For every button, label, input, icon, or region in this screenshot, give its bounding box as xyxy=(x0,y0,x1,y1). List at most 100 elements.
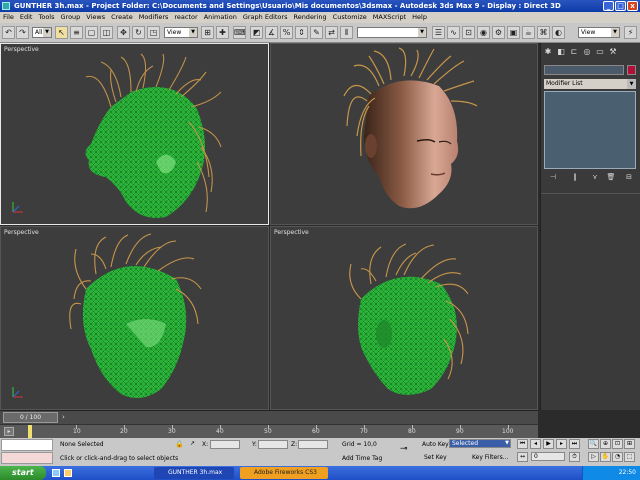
viewport-perspective-top-left[interactable]: Perspective xyxy=(0,43,269,225)
maxscript-listener-output[interactable] xyxy=(1,452,53,464)
select-object-icon[interactable]: ↖ xyxy=(55,26,68,39)
zoom-extents-all-icon[interactable]: ⊞ xyxy=(624,439,635,449)
orbit-icon[interactable]: ◔ xyxy=(612,452,623,462)
menu-group[interactable]: Group xyxy=(58,12,84,23)
edit-named-selections-icon[interactable]: ✎ xyxy=(310,26,323,39)
create-tab-icon[interactable]: ✱ xyxy=(543,47,553,57)
quicklaunch-icon[interactable] xyxy=(64,469,72,477)
menu-maxscript[interactable]: MAXScript xyxy=(370,12,409,23)
key-icon[interactable]: ⊸ xyxy=(400,444,408,454)
select-by-name-icon[interactable]: ≡ xyxy=(70,26,83,39)
menu-graph-editors[interactable]: Graph Editors xyxy=(240,12,291,23)
pin-stack-icon[interactable]: ⊣ xyxy=(548,173,558,183)
select-manipulate-icon[interactable]: ✚ xyxy=(216,26,229,39)
track-bar[interactable]: ▸ 10 20 30 40 50 60 70 80 90 100 xyxy=(0,424,538,439)
current-frame-field[interactable]: 0 xyxy=(531,452,565,461)
menu-customize[interactable]: Customize xyxy=(330,12,370,23)
menu-file[interactable]: File xyxy=(0,12,17,23)
menu-edit[interactable]: Edit xyxy=(17,12,36,23)
maximize-viewport-icon[interactable]: ⬚ xyxy=(624,452,635,462)
add-time-tag[interactable]: Add Time Tag xyxy=(342,455,382,462)
viewport-label[interactable]: Perspective xyxy=(274,229,309,236)
material-editor-icon[interactable]: ◉ xyxy=(477,26,490,39)
select-rotate-icon[interactable]: ↻ xyxy=(132,26,145,39)
utilities-tab-icon[interactable]: ⚒ xyxy=(608,47,618,57)
window-crossing-icon[interactable]: ◫ xyxy=(100,26,113,39)
quick-render-icon[interactable]: ☕ xyxy=(522,26,535,39)
close-button[interactable]: x xyxy=(627,1,638,11)
object-color-swatch[interactable] xyxy=(627,65,636,75)
activeshade-icon[interactable]: ◐ xyxy=(552,26,565,39)
time-slider[interactable]: 0 / 100 › xyxy=(0,410,538,424)
set-key-button[interactable]: Set Key xyxy=(424,454,447,461)
named-selection-dropdown[interactable]: ▼ xyxy=(357,27,427,38)
absolute-mode-icon[interactable]: ↗ xyxy=(190,440,195,447)
zoom-icon[interactable]: 🔍 xyxy=(588,439,599,449)
menu-views[interactable]: Views xyxy=(83,12,108,23)
viewport-label[interactable]: Perspective xyxy=(4,46,39,53)
viewport-perspective-top-right[interactable] xyxy=(270,43,538,225)
field-of-view-icon[interactable]: ▷ xyxy=(588,452,599,462)
play-icon[interactable]: ▶ xyxy=(543,439,554,449)
select-move-icon[interactable]: ✥ xyxy=(117,26,130,39)
selection-filter-dropdown[interactable]: All ▼ xyxy=(32,27,52,38)
task-button-3dsmax[interactable]: GUNTHER 3h.max xyxy=(154,467,234,479)
render-production-icon[interactable]: ⌘ xyxy=(537,26,550,39)
z-coord-field[interactable] xyxy=(298,440,328,449)
menu-modifiers[interactable]: Modifiers xyxy=(136,12,172,23)
key-mode-dropdown[interactable]: Selected ▼ xyxy=(449,439,511,448)
task-button-fireworks[interactable]: Adobe Fireworks CS3 xyxy=(240,467,328,479)
make-unique-icon[interactable]: ⋎ xyxy=(590,173,600,183)
pivot-center-icon[interactable]: ⊞ xyxy=(201,26,214,39)
configure-sets-icon[interactable]: ⊟ xyxy=(624,173,634,183)
open-mini-curve-editor-icon[interactable]: ▸ xyxy=(4,427,14,436)
render-setup-icon[interactable]: ⚙ xyxy=(492,26,505,39)
render-last-icon[interactable]: ⚡ xyxy=(624,26,637,39)
go-to-start-icon[interactable]: ⏮ xyxy=(517,439,528,449)
motion-tab-icon[interactable]: ◎ xyxy=(582,47,592,57)
start-button[interactable]: start xyxy=(0,466,46,480)
auto-key-button[interactable]: Auto Key xyxy=(422,441,449,448)
pan-icon[interactable]: ✋ xyxy=(600,452,611,462)
zoom-all-icon[interactable]: ⊕ xyxy=(600,439,611,449)
redo-icon[interactable]: ↷ xyxy=(16,26,29,39)
go-to-end-icon[interactable]: ⏭ xyxy=(569,439,580,449)
modifier-stack[interactable] xyxy=(544,91,636,169)
viewport-perspective-bottom-right[interactable]: Perspective xyxy=(270,226,538,410)
time-slider-knob[interactable]: 0 / 100 xyxy=(3,412,58,423)
viewport-label[interactable]: Perspective xyxy=(4,229,39,236)
viewport-perspective-bottom-left[interactable]: Perspective xyxy=(0,226,269,410)
spinner-snap-icon[interactable]: ⇕ xyxy=(295,26,308,39)
lock-selection-icon[interactable]: 🔒 xyxy=(175,440,184,448)
x-coord-field[interactable] xyxy=(210,440,240,449)
quicklaunch-icon[interactable] xyxy=(52,469,60,477)
menu-help[interactable]: Help xyxy=(409,12,430,23)
next-frame-button-icon[interactable]: ▸ xyxy=(556,439,567,449)
modify-tab-icon[interactable]: ◧ xyxy=(556,47,566,57)
undo-icon[interactable]: ↶ xyxy=(2,26,15,39)
time-config-icon[interactable]: ⏱ xyxy=(569,452,580,462)
hierarchy-tab-icon[interactable]: ⊏ xyxy=(569,47,579,57)
menu-animation[interactable]: Animation xyxy=(201,12,240,23)
align-icon[interactable]: ⫴ xyxy=(340,26,353,39)
minimize-button[interactable]: _ xyxy=(603,1,614,11)
rect-selection-icon[interactable]: ▢ xyxy=(85,26,98,39)
percent-snap-icon[interactable]: % xyxy=(280,26,293,39)
maxscript-listener-mini[interactable] xyxy=(1,439,53,451)
curve-editor-icon[interactable]: ∿ xyxy=(447,26,460,39)
prev-frame-icon[interactable]: ◂ xyxy=(530,439,541,449)
menu-tools[interactable]: Tools xyxy=(35,12,57,23)
layer-manager-icon[interactable]: ☰ xyxy=(432,26,445,39)
select-scale-icon[interactable]: ◳ xyxy=(147,26,160,39)
show-end-result-icon[interactable]: ‖ xyxy=(570,173,580,183)
object-name-field[interactable] xyxy=(544,65,624,75)
reference-coord-dropdown[interactable]: View ▼ xyxy=(164,27,198,38)
next-frame-icon[interactable]: › xyxy=(62,413,65,421)
keyboard-shortcut-icon[interactable]: ⌨ xyxy=(233,26,246,39)
modifier-list-dropdown[interactable]: Modifier List ▼ xyxy=(544,79,636,89)
menu-rendering[interactable]: Rendering xyxy=(290,12,329,23)
display-tab-icon[interactable]: ▭ xyxy=(595,47,605,57)
schematic-view-icon[interactable]: ⊡ xyxy=(462,26,475,39)
render-frame-icon[interactable]: ▣ xyxy=(507,26,520,39)
snap-toggle-icon[interactable]: ◩ xyxy=(250,26,263,39)
